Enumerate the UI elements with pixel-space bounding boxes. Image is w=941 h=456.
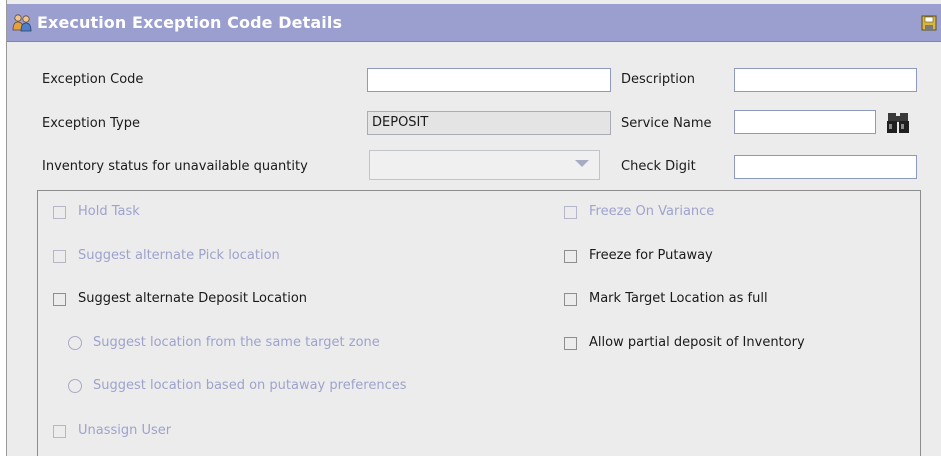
inventory-status-select[interactable] (369, 150, 600, 180)
suggest-same-zone-label: Suggest location from the same target zo… (93, 335, 380, 350)
freeze-on-variance-checkbox[interactable] (564, 206, 577, 219)
check-digit-input[interactable] (734, 155, 917, 179)
check-digit-label: Check Digit (621, 159, 696, 174)
save-icon[interactable] (921, 15, 937, 31)
service-name-label: Service Name (621, 116, 712, 131)
suggest-alt-pick-label: Suggest alternate Pick location (78, 248, 280, 263)
suggest-putaway-prefs-label: Suggest location based on putaway prefer… (93, 378, 407, 393)
binoculars-icon[interactable] (883, 108, 913, 138)
exception-code-input[interactable] (367, 68, 611, 92)
inventory-status-label: Inventory status for unavailable quantit… (42, 159, 308, 174)
hold-task-checkbox[interactable] (53, 206, 66, 219)
description-label: Description (621, 72, 696, 87)
description-input[interactable] (734, 68, 917, 92)
freeze-for-putaway-label: Freeze for Putaway (589, 248, 713, 263)
page-title: Execution Exception Code Details (37, 13, 343, 32)
chevron-down-icon (575, 160, 589, 167)
users-icon (11, 13, 35, 33)
allow-partial-deposit-checkbox[interactable] (564, 337, 577, 350)
mark-target-full-checkbox[interactable] (564, 293, 577, 306)
suggest-alt-pick-checkbox[interactable] (53, 250, 66, 263)
unassign-user-checkbox[interactable] (53, 425, 66, 438)
freeze-for-putaway-checkbox[interactable] (564, 250, 577, 263)
hold-task-label: Hold Task (78, 204, 140, 219)
allow-partial-deposit-label: Allow partial deposit of Inventory (589, 335, 805, 350)
window-left-edge (0, 0, 7, 456)
suggest-alt-deposit-checkbox[interactable] (53, 293, 66, 306)
service-name-input[interactable] (734, 110, 876, 134)
exception-type-label: Exception Type (42, 116, 140, 131)
suggest-same-zone-radio[interactable] (68, 336, 82, 350)
suggest-alt-deposit-label: Suggest alternate Deposit Location (78, 291, 308, 306)
freeze-on-variance-label: Freeze On Variance (589, 204, 715, 219)
unassign-user-label: Unassign User (78, 423, 172, 438)
exception-type-field: DEPOSIT (367, 111, 611, 135)
mark-target-full-label: Mark Target Location as full (589, 291, 768, 306)
options-group (37, 190, 921, 456)
suggest-putaway-prefs-radio[interactable] (68, 379, 82, 393)
exception-code-label: Exception Code (42, 72, 144, 87)
title-bar: Execution Exception Code Details (7, 4, 941, 42)
